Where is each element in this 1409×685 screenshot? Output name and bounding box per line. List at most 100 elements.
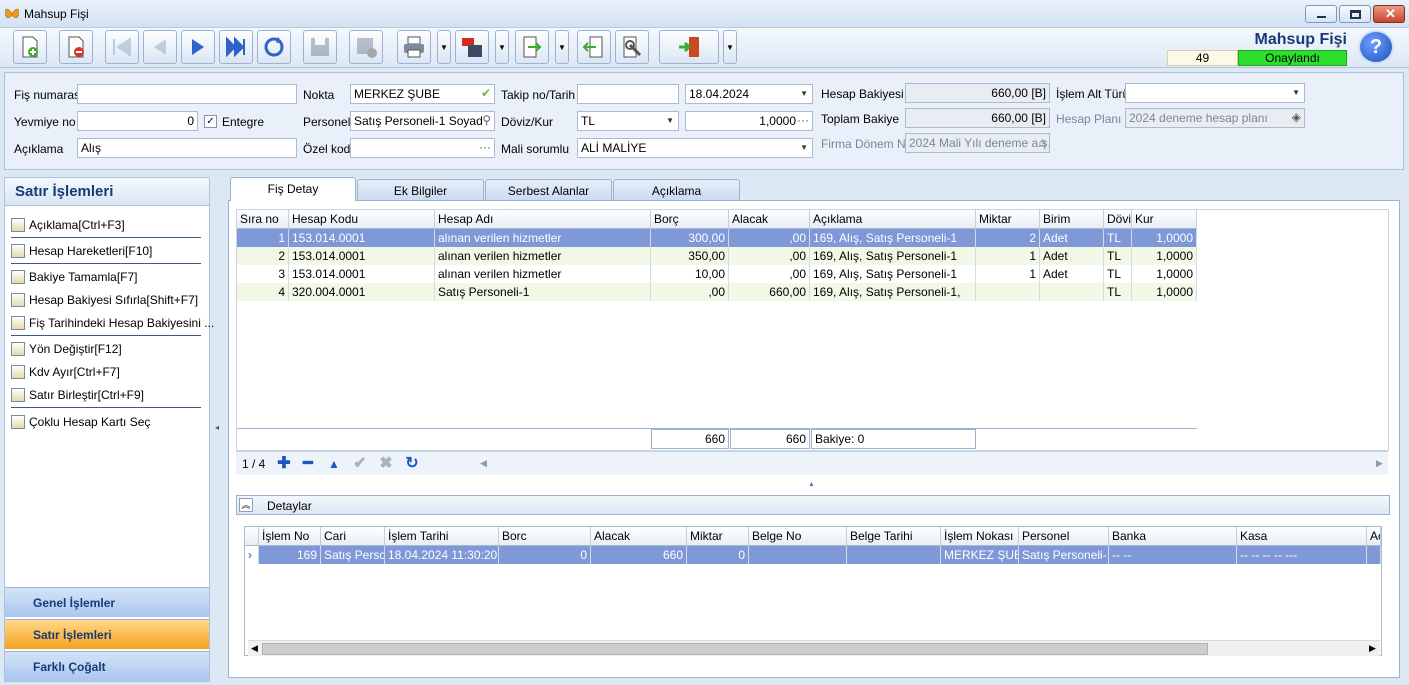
tools-button[interactable] [615,30,649,64]
print-button[interactable] [397,30,431,64]
action-hesap-hareketleri[interactable]: Hesap Hareketleri[F10] [11,242,152,260]
action-bakiye-tamamla[interactable]: Bakiye Tamamla[F7] [11,268,138,286]
column-header[interactable]: Alacak [729,210,810,228]
cancel-edit-button[interactable]: ✖ [376,455,396,473]
scroll-right-icon[interactable]: ▶ [1369,643,1376,654]
scroll-right-icon[interactable]: ▶ [1376,458,1383,469]
maximize-button[interactable] [1339,5,1371,23]
column-header[interactable]: Hesap Kodu [289,210,435,228]
tab-serbest-alanlar[interactable]: Serbest Alanlar [485,179,612,201]
column-header[interactable]: Miktar [976,210,1040,228]
close-button[interactable]: ✕ [1373,5,1405,23]
group-farkli-cogalt[interactable]: Farklı Çoğalt [5,651,209,681]
save-close-button[interactable] [349,30,383,64]
action-satir-birlestir[interactable]: Satır Birleştir[Ctrl+F9] [11,386,144,404]
left-action-panel: Satır İşlemleri Açıklama[Ctrl+F3] Hesap … [4,177,214,682]
scroll-left-icon[interactable]: ◀ [480,458,487,469]
exit-button[interactable] [659,30,719,64]
nokta-select[interactable]: MERKEZ ŞUBE ✔ [350,84,495,104]
column-header[interactable]: Personel [1019,527,1109,545]
column-header[interactable]: Dövi [1104,210,1132,228]
islem-alt-turu-select[interactable]: ▼ [1125,83,1305,103]
minimize-button[interactable] [1305,5,1337,23]
column-header[interactable]: Cari [321,527,385,545]
column-header[interactable]: Hesap Adı [435,210,651,228]
doviz-select[interactable]: TL ▼ [577,111,679,131]
delete-button[interactable] [59,30,93,64]
splitter-icon[interactable]: ▲ [808,481,815,488]
column-header[interactable]: Alacak [591,527,687,545]
action-yon-degistir[interactable]: Yön Değiştir[F12] [11,340,122,358]
column-header[interactable]: İşlem Nokası [941,527,1019,545]
entegre-checkbox[interactable]: ✓ [204,115,217,128]
column-header[interactable]: Birim [1040,210,1104,228]
column-header[interactable]: Açıklama [810,210,976,228]
first-record-button[interactable] [105,30,139,64]
action-tarih-bakiye[interactable]: Fiş Tarihindeki Hesap Bakiyesini ... [11,314,214,332]
tax-icon [11,365,25,379]
new-button[interactable] [13,30,47,64]
column-header[interactable]: Sıra no [237,210,289,228]
redo-button[interactable]: ↻ [402,455,422,473]
export-button[interactable] [515,30,549,64]
column-header[interactable]: Belge No [749,527,847,545]
table-row[interactable]: 2 153.014.0001 alınan verilen hizmetler 350… [237,247,1197,265]
action-bakiye-sifirla[interactable]: Hesap Bakiyesi Sıfırla[Shift+F7] [11,291,198,309]
column-header[interactable]: İşlem No [259,527,321,545]
column-header[interactable]: Miktar [687,527,749,545]
next-record-button[interactable] [181,30,215,64]
pdf-dropdown-button[interactable]: ▼ [495,30,509,64]
save-button[interactable] [303,30,337,64]
move-up-button[interactable]: ▲ [324,455,344,473]
column-header[interactable]: Aç [1367,527,1381,545]
group-genel-islemler[interactable]: Genel İşlemler [5,587,209,617]
pdf-save-button[interactable] [455,30,489,64]
line-items-grid[interactable]: Sıra no Hesap Kodu Hesap Adı Borç Alacak… [236,209,1389,451]
kur-input[interactable]: 1,0000 ··· [685,111,813,131]
personel-select[interactable]: Satış Personeli-1 Soyad ⚲ [350,111,495,131]
table-cell: alınan verilen hizmetler [435,229,651,247]
ozel-kod-input[interactable]: ··· [350,138,495,158]
column-header[interactable]: Kur [1132,210,1197,228]
column-header[interactable]: İşlem Tarihi [385,527,499,545]
column-header[interactable]: Belge Tarihi [847,527,941,545]
add-row-button[interactable]: ✚ [274,455,294,473]
details-grid[interactable]: İşlem No Cari İşlem Tarihi Borc Alacak Miktar… [244,526,1382,656]
column-header[interactable]: Kasa [1237,527,1367,545]
print-dropdown-button[interactable]: ▼ [437,30,451,64]
date-picker[interactable]: 18.04.2024 ▼ [685,84,813,104]
collapse-left-icon[interactable]: ◂ [215,423,219,432]
action-coklu-hesap[interactable]: Çoklu Hesap Kartı Seç [11,413,150,431]
action-kdv-ayir[interactable]: Kdv Ayır[Ctrl+F7] [11,363,120,381]
import-button[interactable] [577,30,611,64]
confirm-button[interactable]: ✔ [350,455,370,473]
help-button[interactable]: ? [1358,30,1394,64]
group-satir-islemleri[interactable]: Satır İşlemleri [5,619,209,649]
tab-ek-bilgiler[interactable]: Ek Bilgiler [357,179,484,201]
column-header[interactable]: Borc [499,527,591,545]
table-row[interactable]: 1 153.014.0001 alınan verilen hizmetler 300… [237,229,1197,247]
table-row[interactable]: 3 153.014.0001 alınan verilen hizmetler 10,… [237,265,1197,283]
fis-numarasi-input[interactable] [77,84,297,104]
exit-dropdown-button[interactable]: ▼ [723,30,737,64]
table-row[interactable]: 4 320.004.0001 Satış Personeli-1,00 660,00 1… [237,283,1197,301]
column-header[interactable]: Borç [651,210,729,228]
yevmiye-no-input[interactable]: 0 [77,111,198,131]
scrollbar-thumb[interactable] [262,643,1208,655]
takip-no-input[interactable] [577,84,679,104]
tab-aciklama[interactable]: Açıklama [613,179,740,201]
refresh-button[interactable] [257,30,291,64]
remove-row-button[interactable]: ━ [298,455,318,473]
mali-sorumlu-select[interactable]: ALİ MALİYE ▼ [577,138,813,158]
previous-record-button[interactable] [143,30,177,64]
tab-fis-detay[interactable]: Fiş Detay [230,177,356,201]
action-aciklama[interactable]: Açıklama[Ctrl+F3] [11,216,125,234]
last-record-button[interactable] [219,30,253,64]
aciklama-input[interactable]: Alış [77,138,297,158]
horizontal-scrollbar[interactable]: ◀ ▶ [248,640,1380,656]
table-row[interactable]: ›169Satış Person18.04.2024 11:30:2006600… [245,546,1381,564]
column-header[interactable]: Banka [1109,527,1237,545]
scroll-left-icon[interactable]: ◀ [251,643,258,654]
export-dropdown-button[interactable]: ▼ [555,30,569,64]
collapse-details-button[interactable]: ︽ [239,498,253,512]
